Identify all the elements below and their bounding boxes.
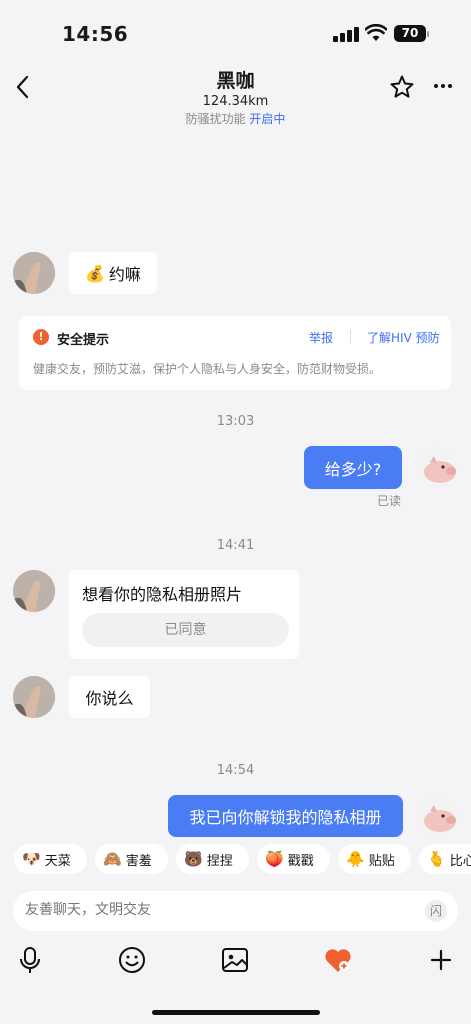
flash-button[interactable]: 闪	[425, 900, 447, 922]
timestamp: 13:03	[216, 414, 255, 429]
image-icon[interactable]	[220, 945, 250, 975]
message-text: 想看你的隐私相册照片	[82, 585, 243, 604]
reaction-chip-bixin[interactable]: 🫰 比心	[419, 844, 471, 874]
message-text: 约嘛	[108, 265, 141, 284]
reaction-chip-haixiu[interactable]: 🙈 害羞	[95, 844, 168, 874]
anti-harass-state[interactable]: 开启中	[249, 112, 285, 126]
chick-icon: 🐥	[346, 850, 365, 868]
anti-harass-status: 防骚扰功能 开启中	[0, 110, 471, 127]
peach-icon: 🍑	[265, 850, 284, 868]
chip-label: 戳戳	[287, 853, 314, 869]
message-input[interactable]	[25, 902, 405, 918]
reaction-chip-tietie[interactable]: 🐥 贴贴	[338, 844, 411, 874]
anti-harass-label: 防骚扰功能	[185, 112, 246, 126]
agreed-button[interactable]: 已同意	[82, 613, 289, 647]
signal-icon	[333, 26, 359, 42]
avatar[interactable]	[13, 570, 55, 612]
battery-icon: 70	[394, 25, 426, 42]
album-request-card: 想看你的隐私相册照片 已同意	[69, 570, 299, 659]
chip-label: 捏捏	[206, 853, 233, 869]
bear-icon: 🐻	[184, 850, 203, 868]
status-time: 14:56	[62, 22, 129, 46]
shy-icon: 🙈	[103, 850, 122, 868]
emoji-icon[interactable]	[117, 945, 147, 975]
chip-label: 天菜	[44, 853, 71, 869]
avatar[interactable]	[13, 252, 55, 294]
divider	[350, 330, 351, 344]
dog-icon: 🐶	[22, 850, 41, 868]
message-bubble[interactable]: 给多少?	[304, 446, 402, 489]
safety-title: 安全提示	[57, 333, 110, 348]
chip-label: 比心	[449, 853, 471, 869]
more-icon[interactable]	[434, 84, 456, 90]
safety-card: ! 安全提示 举报 了解HIV 预防 健康交友，预防艾滋，保护个人隐私与人身安全…	[19, 316, 451, 390]
message-bubble[interactable]: 💰 约嘛	[69, 252, 157, 294]
avatar[interactable]	[416, 795, 458, 837]
reaction-chip-chuochuo[interactable]: 🍑 戳戳	[257, 844, 330, 874]
money-bag-icon: 💰	[85, 263, 105, 283]
finger-heart-icon: 🫰	[427, 850, 446, 868]
avatar[interactable]	[416, 446, 458, 488]
safety-body: 健康交友，预防艾滋，保护个人隐私与人身安全，防范财物受损。	[33, 362, 382, 376]
wifi-icon	[365, 24, 387, 41]
report-link[interactable]: 举报	[309, 329, 333, 346]
read-receipt: 已读	[377, 494, 402, 508]
timestamp: 14:54	[216, 763, 255, 778]
plus-icon[interactable]	[426, 945, 456, 975]
avatar[interactable]	[13, 676, 55, 718]
chip-label: 贴贴	[368, 853, 395, 869]
message-text: 我已向你解锁我的隐私相册	[189, 808, 382, 827]
battery-cap	[427, 31, 429, 37]
warning-icon: !	[33, 329, 49, 345]
message-bubble[interactable]: 你说么	[69, 676, 150, 718]
timestamp: 14:41	[216, 538, 255, 553]
microphone-icon[interactable]	[15, 945, 45, 975]
message-text: 给多少?	[324, 459, 382, 479]
message-input-container[interactable]: 闪	[13, 891, 458, 931]
reaction-chip-niezie[interactable]: 🐻 捏捏	[176, 844, 249, 874]
reaction-chip-tiancai[interactable]: 🐶 天菜	[14, 844, 87, 874]
heart-gift-icon[interactable]	[323, 945, 353, 975]
home-indicator[interactable]	[152, 1010, 320, 1015]
star-icon[interactable]	[389, 74, 415, 100]
hiv-link[interactable]: 了解HIV 预防	[367, 329, 440, 346]
chip-label: 害羞	[125, 853, 152, 869]
message-bubble[interactable]: 我已向你解锁我的隐私相册	[168, 795, 403, 837]
message-text: 你说么	[85, 689, 134, 708]
